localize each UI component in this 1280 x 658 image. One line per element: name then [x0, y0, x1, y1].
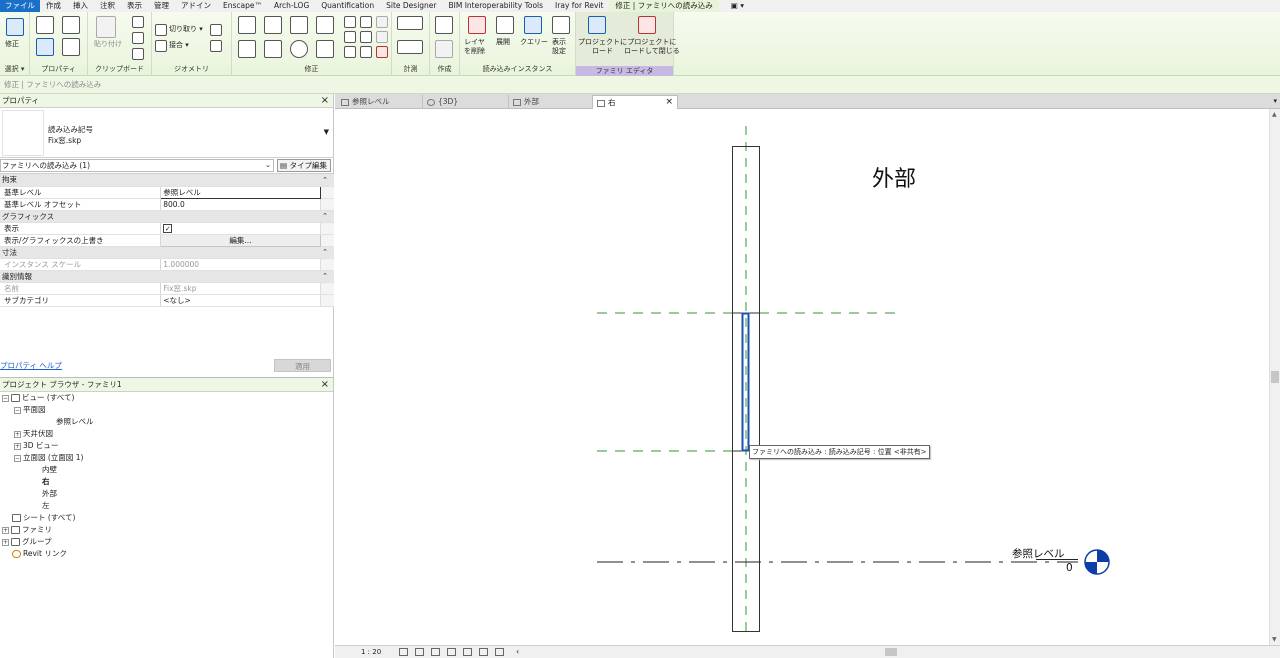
view-scale[interactable]: 1 : 20: [361, 646, 381, 658]
view-control-bar: 1 : 20 ‹: [335, 645, 1280, 658]
shadows-icon[interactable]: [447, 648, 456, 656]
sun-path-icon[interactable]: [431, 648, 440, 656]
scroll-up-icon[interactable]: ▲: [1272, 111, 1277, 118]
visual-style-icon[interactable]: [415, 648, 424, 656]
level-head-marker[interactable]: [1084, 549, 1110, 575]
temporary-hide-icon[interactable]: [495, 648, 504, 656]
level-marker-quadrant-ne: [1097, 550, 1109, 562]
scroll-thumb[interactable]: [1271, 371, 1279, 383]
detail-level-icon[interactable]: [399, 648, 408, 656]
horizontal-scroll-thumb[interactable]: [885, 648, 897, 656]
show-crop-icon[interactable]: [479, 648, 488, 656]
elevation-title-text: 外部: [872, 167, 917, 192]
crop-view-icon[interactable]: [463, 648, 472, 656]
level-marker-quadrant-sw: [1085, 562, 1097, 574]
vertical-scrollbar[interactable]: ▲ ▼: [1269, 109, 1280, 645]
level-name-label[interactable]: 参照レベル: [1012, 546, 1065, 561]
scroll-down-icon[interactable]: ▼: [1272, 636, 1277, 643]
elevation-drawing: [597, 126, 1110, 636]
level-elevation-label[interactable]: 0: [1066, 562, 1073, 574]
element-tooltip: ファミリへの読み込み : 読み込み記号 : 位置 <非共有>: [749, 445, 930, 459]
scroll-left-icon[interactable]: ‹: [516, 646, 519, 658]
